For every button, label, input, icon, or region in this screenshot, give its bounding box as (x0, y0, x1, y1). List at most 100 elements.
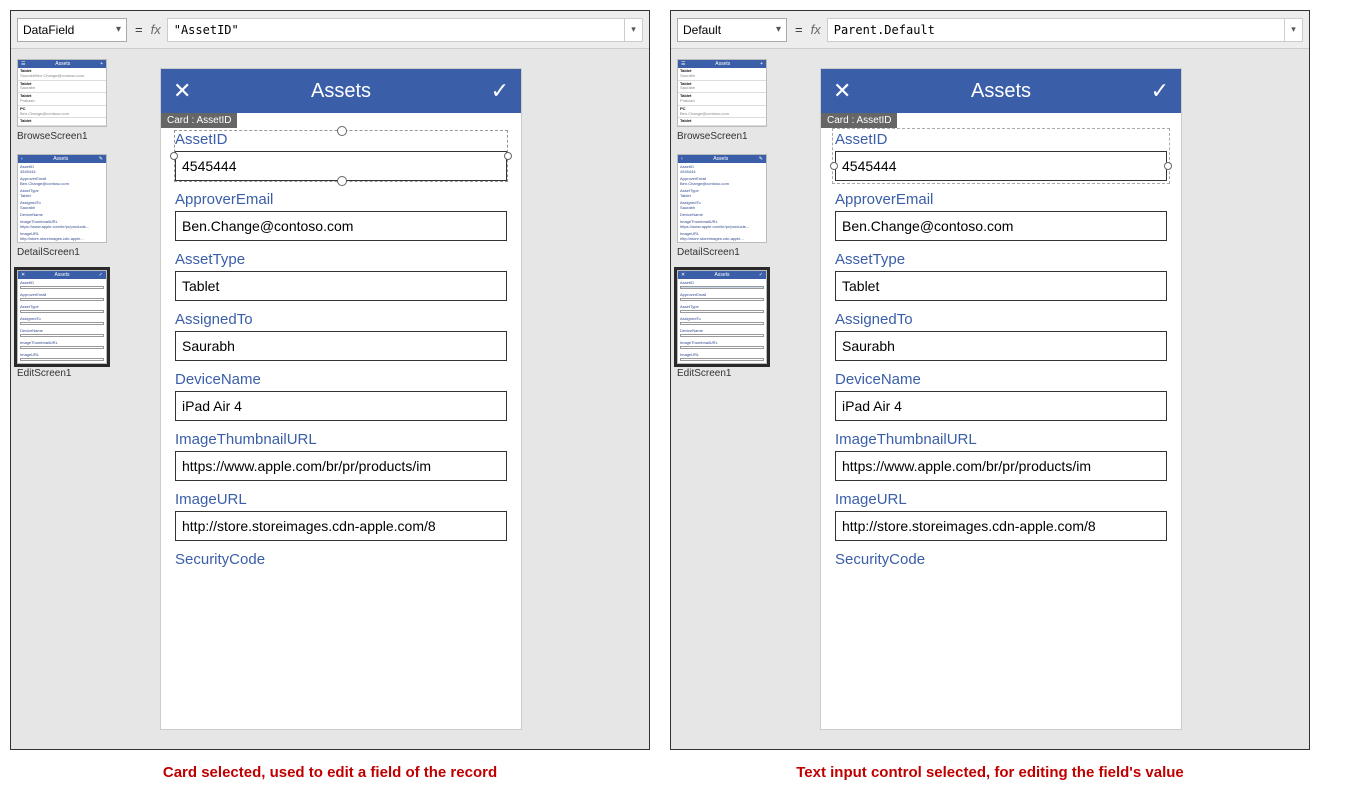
thumb-label: EditScreen1 (677, 368, 785, 379)
field-input-assettype[interactable] (175, 271, 507, 301)
card-imageurl[interactable]: ImageURL (175, 491, 507, 541)
pane-right: Default ▾ = fx ▾ ☰Assets+ TabletSaurabh … (670, 10, 1310, 750)
equals-icon: = (795, 22, 803, 37)
card-approveremail[interactable]: ApproverEmail (835, 191, 1167, 241)
field-label: ApproverEmail (175, 191, 507, 208)
formula-expand-button[interactable]: ▾ (625, 18, 643, 42)
field-input-devicename[interactable] (175, 391, 507, 421)
design-canvas[interactable]: ✕ Assets ✓ Card : AssetID AssetID Approv… (131, 49, 649, 749)
field-label: SecurityCode (175, 551, 507, 568)
field-input-approveremail[interactable] (175, 211, 507, 241)
field-input-imageurl[interactable] (835, 511, 1167, 541)
field-label: ImageURL (175, 491, 507, 508)
thumb-label: DetailScreen1 (17, 247, 125, 258)
chevron-down-icon: ▾ (776, 24, 781, 35)
thumb-label: EditScreen1 (17, 368, 125, 379)
card-assettype[interactable]: AssetType (175, 251, 507, 301)
phone-preview: ✕ Assets ✓ Card : AssetID AssetID Approv… (161, 69, 521, 729)
app-title: Assets (311, 80, 371, 103)
card-assetid[interactable]: AssetID (833, 129, 1169, 183)
field-input-approveremail[interactable] (835, 211, 1167, 241)
edit-form: AssetID ApproverEmail AssetType Ass (161, 113, 521, 568)
thumb-label: BrowseScreen1 (677, 131, 785, 142)
caption-right: Text input control selected, for editing… (670, 760, 1310, 785)
app-header: ✕ Assets ✓ (161, 69, 521, 113)
property-name: Default (683, 23, 721, 37)
field-label: AssetID (175, 131, 507, 148)
property-dropdown[interactable]: DataField ▾ (17, 18, 127, 42)
field-input-assignedto[interactable] (175, 331, 507, 361)
comparison-container: DataField ▾ = fx ▾ ☰Assets+ TabletSaurab… (10, 10, 1341, 750)
field-label: ApproverEmail (835, 191, 1167, 208)
caption-left: Card selected, used to edit a field of t… (10, 760, 650, 785)
thumb-detailscreen[interactable]: ‹Assets✎ AssetID4545444 ApproverEmailBen… (677, 154, 785, 258)
fx-icon: fx (811, 22, 821, 37)
field-label: SecurityCode (835, 551, 1167, 568)
field-label: AssetType (835, 251, 1167, 268)
chevron-down-icon: ▾ (1291, 24, 1296, 35)
app-title: Assets (971, 80, 1031, 103)
field-input-imagethumbnailurl[interactable] (835, 451, 1167, 481)
card-imagethumbnailurl[interactable]: ImageThumbnailURL (835, 431, 1167, 481)
field-input-devicename[interactable] (835, 391, 1167, 421)
card-securitycode[interactable]: SecurityCode (835, 551, 1167, 568)
field-label: ImageURL (835, 491, 1167, 508)
formula-bar: DataField ▾ = fx ▾ (11, 11, 649, 49)
formula-input[interactable] (827, 18, 1285, 42)
card-assetid[interactable]: AssetID (175, 131, 507, 181)
check-icon[interactable]: ✓ (491, 78, 509, 104)
thumb-editscreen[interactable]: ✕Assets✓ AssetID ApproverEmail AssetType… (677, 270, 785, 379)
edit-form: AssetID ApproverEmail AssetType (821, 113, 1181, 568)
card-assettype[interactable]: AssetType (835, 251, 1167, 301)
thumb-editscreen[interactable]: ✕Assets✓ AssetID ApproverEmail AssetType… (17, 270, 125, 379)
card-devicename[interactable]: DeviceName (175, 371, 507, 421)
close-icon[interactable]: ✕ (833, 78, 851, 104)
pane-body: ☰Assets+ TabletSaurabh TabletSaurabh Tab… (671, 49, 1309, 749)
field-label: AssetID (835, 131, 1167, 148)
captions-row: Card selected, used to edit a field of t… (10, 760, 1341, 785)
field-input-imageurl[interactable] (175, 511, 507, 541)
card-assignedto[interactable]: AssignedTo (835, 311, 1167, 361)
field-input-assetid[interactable] (835, 151, 1167, 181)
field-input-assettype[interactable] (835, 271, 1167, 301)
field-input-assignedto[interactable] (835, 331, 1167, 361)
field-input-assetid[interactable] (175, 151, 507, 181)
close-icon[interactable]: ✕ (173, 78, 191, 104)
card-approveremail[interactable]: ApproverEmail (175, 191, 507, 241)
phone-preview: ✕ Assets ✓ Card : AssetID AssetID (821, 69, 1181, 729)
field-input-imagethumbnailurl[interactable] (175, 451, 507, 481)
formula-bar: Default ▾ = fx ▾ (671, 11, 1309, 49)
formula-input[interactable] (167, 18, 625, 42)
card-imageurl[interactable]: ImageURL (835, 491, 1167, 541)
card-assignedto[interactable]: AssignedTo (175, 311, 507, 361)
field-label: AssignedTo (175, 311, 507, 328)
thumb-browsescreen[interactable]: ☰Assets+ TabletSaurabhBen.Change@contoso… (17, 59, 125, 142)
equals-icon: = (135, 22, 143, 37)
formula-expand-button[interactable]: ▾ (1285, 18, 1303, 42)
selection-badge: Card : AssetID (821, 113, 897, 128)
fx-icon: fx (151, 22, 161, 37)
thumb-label: DetailScreen1 (677, 247, 785, 258)
field-label: AssetType (175, 251, 507, 268)
card-securitycode[interactable]: SecurityCode (175, 551, 507, 568)
chevron-down-icon: ▾ (631, 24, 636, 35)
field-label: DeviceName (835, 371, 1167, 388)
design-canvas[interactable]: ✕ Assets ✓ Card : AssetID AssetID (791, 49, 1309, 749)
field-label: ImageThumbnailURL (175, 431, 507, 448)
screen-thumbnails: ☰Assets+ TabletSaurabh TabletSaurabh Tab… (671, 49, 791, 749)
thumb-browsescreen[interactable]: ☰Assets+ TabletSaurabh TabletSaurabh Tab… (677, 59, 785, 142)
thumb-label: BrowseScreen1 (17, 131, 125, 142)
field-label: DeviceName (175, 371, 507, 388)
card-devicename[interactable]: DeviceName (835, 371, 1167, 421)
card-imagethumbnailurl[interactable]: ImageThumbnailURL (175, 431, 507, 481)
pane-left: DataField ▾ = fx ▾ ☰Assets+ TabletSaurab… (10, 10, 650, 750)
thumb-detailscreen[interactable]: ‹Assets✎ AssetID4545444 ApproverEmailBen… (17, 154, 125, 258)
pane-body: ☰Assets+ TabletSaurabhBen.Change@contoso… (11, 49, 649, 749)
screen-thumbnails: ☰Assets+ TabletSaurabhBen.Change@contoso… (11, 49, 131, 749)
property-dropdown[interactable]: Default ▾ (677, 18, 787, 42)
check-icon[interactable]: ✓ (1151, 78, 1169, 104)
selection-badge: Card : AssetID (161, 113, 237, 128)
chevron-down-icon: ▾ (116, 24, 121, 35)
app-header: ✕ Assets ✓ (821, 69, 1181, 113)
property-name: DataField (23, 23, 74, 37)
